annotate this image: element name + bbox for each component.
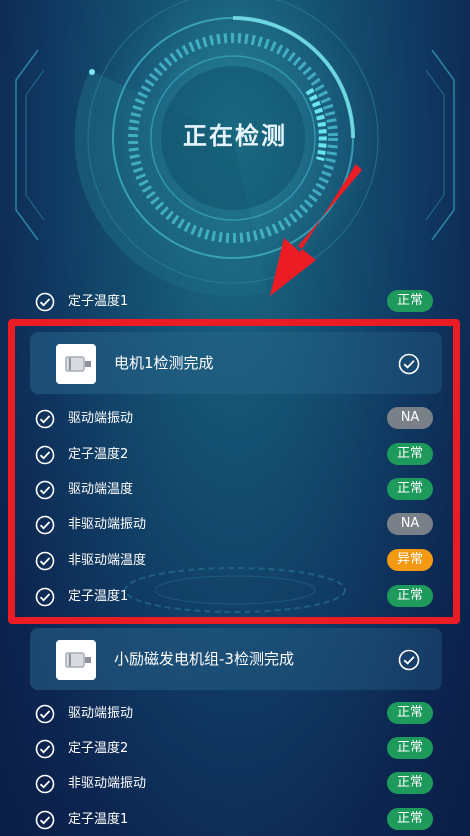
check-circle-icon xyxy=(35,704,55,724)
check-label: 定子温度2 xyxy=(68,741,129,756)
check-circle-icon xyxy=(35,292,55,312)
status-badge: 正常 xyxy=(387,290,433,312)
status-badge: 正常 xyxy=(387,808,433,830)
check-circle-icon xyxy=(35,739,55,759)
check-row: 定子温度2 正常 xyxy=(35,736,435,762)
check-row: 驱动端振动 正常 xyxy=(35,701,435,727)
check-label: 定子温度1 xyxy=(68,812,129,827)
red-arrow-annotation xyxy=(270,164,362,296)
check-row: 非驱动端振动 正常 xyxy=(35,771,435,797)
red-highlight-box xyxy=(8,319,460,624)
check-label: 驱动端振动 xyxy=(68,706,134,721)
check-label: 非驱动端振动 xyxy=(68,776,147,791)
check-label: 定子温度1 xyxy=(68,294,129,309)
check-circle-icon xyxy=(398,649,420,671)
check-row: 定子温度1 正常 xyxy=(35,289,435,315)
check-circle-icon xyxy=(35,810,55,830)
status-badge: 正常 xyxy=(387,737,433,759)
check-row: 定子温度1 正常 xyxy=(35,807,435,833)
status-badge: 正常 xyxy=(387,702,433,724)
motor-card[interactable]: 小励磁发电机组-3检测完成 xyxy=(30,628,442,690)
motor-thumbnail-icon xyxy=(56,640,96,680)
motor-title: 小励磁发电机组-3检测完成 xyxy=(114,650,294,668)
status-badge: 正常 xyxy=(387,772,433,794)
check-circle-icon xyxy=(35,774,55,794)
detecting-status-text: 正在检测 xyxy=(183,122,287,150)
